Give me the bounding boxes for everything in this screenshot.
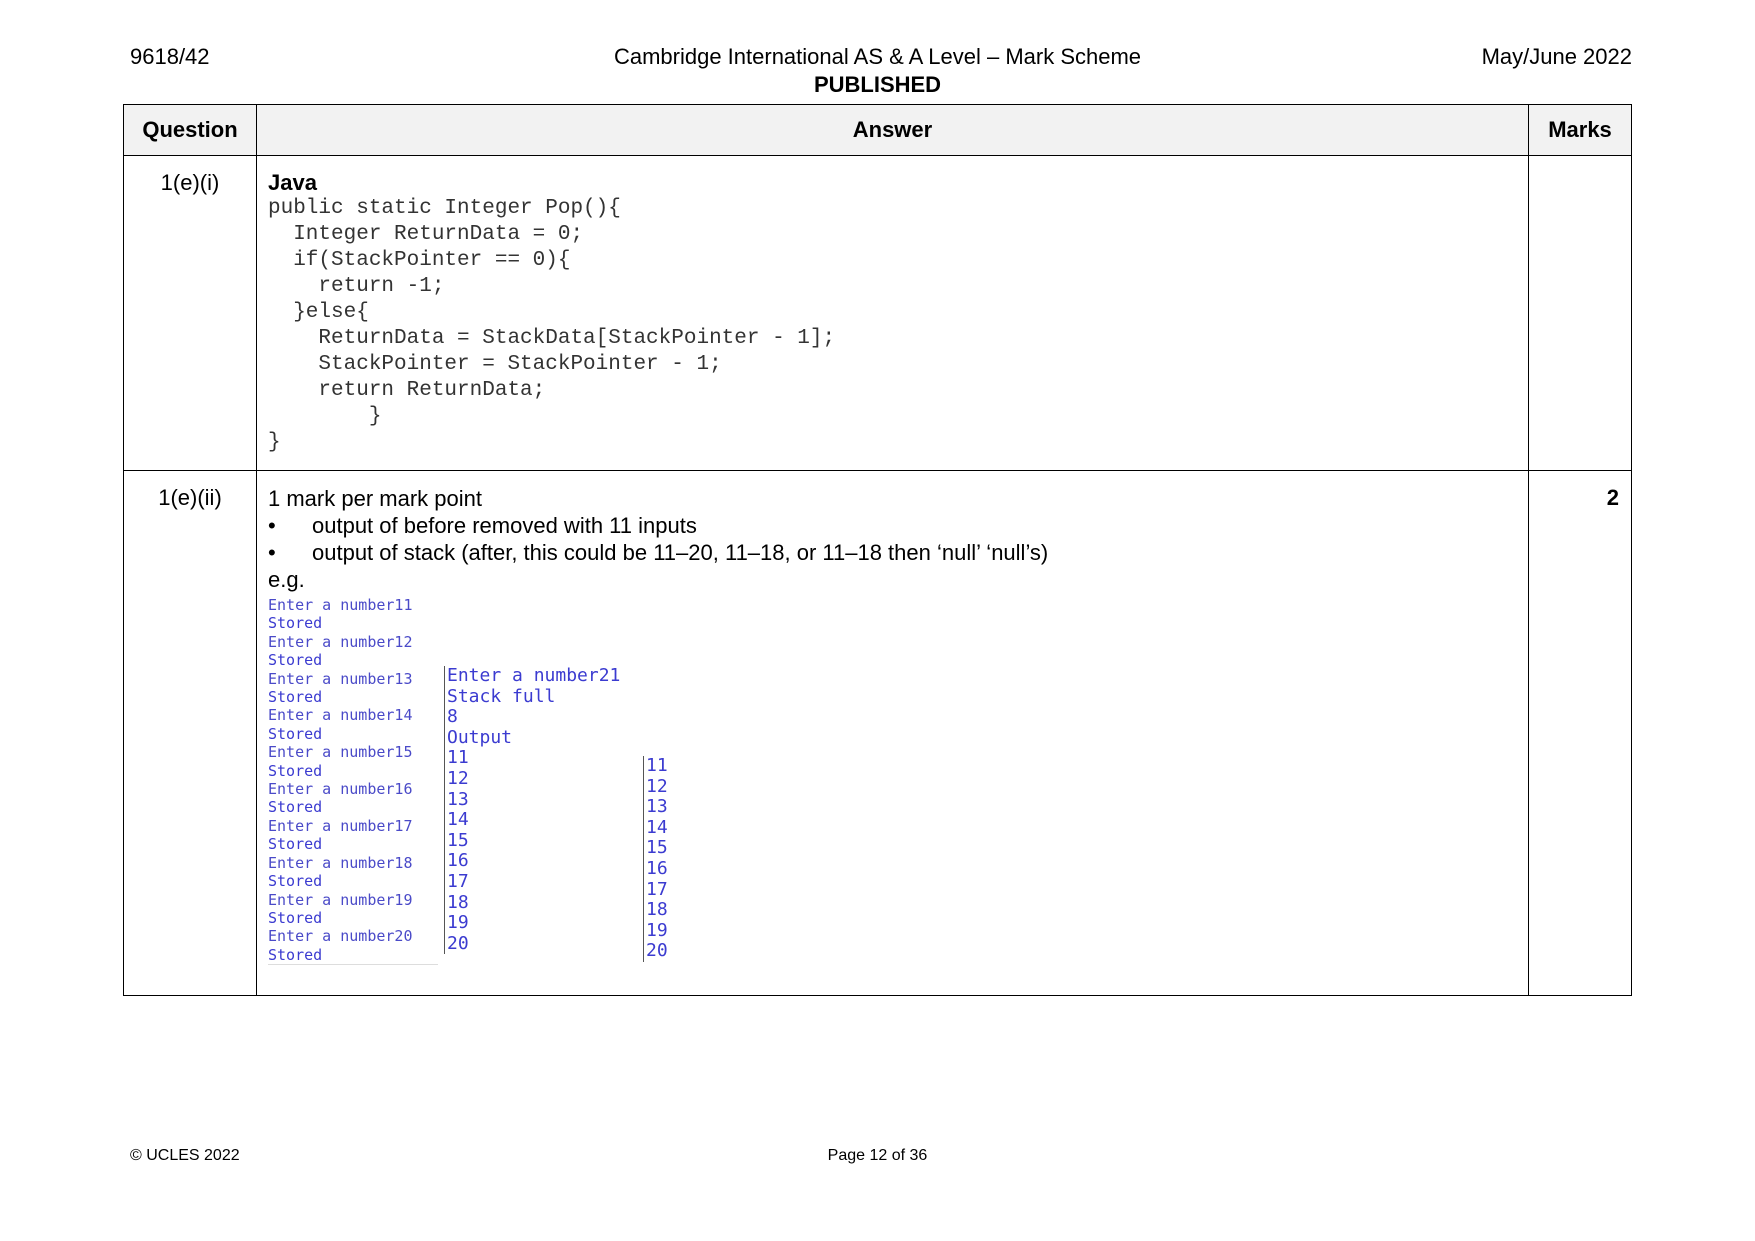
console-line: 15 — [646, 837, 668, 859]
console-line: Enter a number17 — [268, 816, 413, 835]
console-line: 19 — [447, 912, 469, 934]
console-line: Enter a number18 — [268, 853, 413, 872]
console-output-screenshot: Enter a number11 Stored Enter a number12 St… — [268, 596, 1516, 966]
console-line: 14 — [646, 816, 668, 838]
console-line: Stored — [268, 872, 323, 891]
console-line: Stored — [268, 798, 323, 817]
console-line: 13 — [646, 796, 668, 818]
console-line: Stored — [268, 945, 323, 964]
question-number: 1(e)(i) — [123, 155, 257, 471]
mark-point: output of stack (after, this could be 11… — [268, 539, 1516, 566]
table-header-row: Question Answer Marks — [123, 104, 1632, 156]
console-line: 18 — [447, 891, 469, 913]
mark-scheme-table: Question Answer Marks 1(e)(i) Java publi… — [123, 104, 1632, 996]
question-column-header: Question — [123, 104, 257, 156]
console-line: 11 — [646, 755, 668, 776]
console-line: Enter a number19 — [268, 890, 413, 909]
console-line: 18 — [646, 899, 668, 921]
example-label: e.g. — [268, 567, 305, 592]
console-line: Enter a number16 — [268, 780, 413, 799]
console-line: Stored — [268, 651, 323, 670]
console-line: 12 — [447, 767, 469, 789]
answer-column-header: Answer — [256, 104, 1529, 156]
mark-point-intro: 1 mark per mark point — [268, 486, 482, 511]
console-line: Enter a number11 — [268, 596, 413, 614]
marks-value: 2 — [1528, 470, 1632, 996]
console-line: 13 — [447, 788, 469, 810]
console-line: 11 — [447, 747, 469, 769]
console-line: 12 — [646, 775, 668, 797]
console-line: 16 — [646, 857, 668, 879]
console-line: Enter a number21 — [447, 665, 621, 686]
table-row: 1(e)(i) Java public static Integer Pop()… — [123, 155, 1632, 471]
published-label: PUBLISHED — [813, 72, 942, 97]
marks-column-header: Marks — [1528, 104, 1632, 156]
console-stack-column: 11 12 13 14 15 16 17 18 19 20 — [643, 755, 706, 962]
answer-cell: Java public static Integer Pop(){ Intege… — [256, 155, 1529, 471]
console-line: Stack full — [447, 685, 556, 707]
console-line: 17 — [646, 878, 668, 900]
console-line: Enter a number15 — [268, 743, 413, 762]
console-line: Enter a number20 — [268, 927, 413, 946]
question-number: 1(e)(ii) — [123, 470, 257, 996]
console-output-column: Enter a number21 Stack full 8 Output 11 12 13 1… — [444, 665, 637, 955]
exam-session: May/June 2022 — [1481, 44, 1632, 69]
console-line: Stored — [268, 688, 323, 707]
answer-cell: 1 mark per mark point output of before r… — [256, 470, 1529, 996]
console-line: Enter a number12 — [268, 632, 413, 651]
console-line: 17 — [447, 870, 469, 892]
title-text: Cambridge International AS & A Level – M… — [613, 44, 1142, 69]
console-line: 8 — [447, 706, 458, 728]
table-row: 1(e)(ii) 1 mark per mark point output of… — [123, 470, 1632, 996]
mark-points-list: output of before removed with 11 inputs … — [268, 512, 1516, 566]
console-line: Enter a number13 — [268, 669, 413, 688]
console-line: 20 — [447, 932, 469, 954]
console-line: Enter a number14 — [268, 706, 413, 725]
console-input-column: Enter a number11 Stored Enter a number12 St… — [268, 596, 438, 966]
page-number: Page 12 of 36 — [827, 1147, 928, 1164]
console-line: Stored — [268, 614, 323, 633]
console-line: 14 — [447, 809, 469, 831]
mark-point: output of before removed with 11 inputs — [268, 512, 1516, 539]
console-line: Output — [447, 726, 513, 748]
console-line: Stored — [268, 724, 323, 743]
console-line: Stored — [268, 761, 323, 780]
console-line: 16 — [447, 850, 469, 872]
console-line: Stored — [268, 835, 323, 854]
console-line: 15 — [447, 829, 469, 851]
console-line: Stored — [268, 908, 323, 927]
console-line: 20 — [646, 940, 668, 962]
language-label: Java — [268, 170, 317, 195]
console-line: 19 — [646, 919, 668, 941]
marks-value — [1528, 155, 1632, 471]
code-block: public static Integer Pop(){ Integer Ret… — [268, 197, 836, 454]
